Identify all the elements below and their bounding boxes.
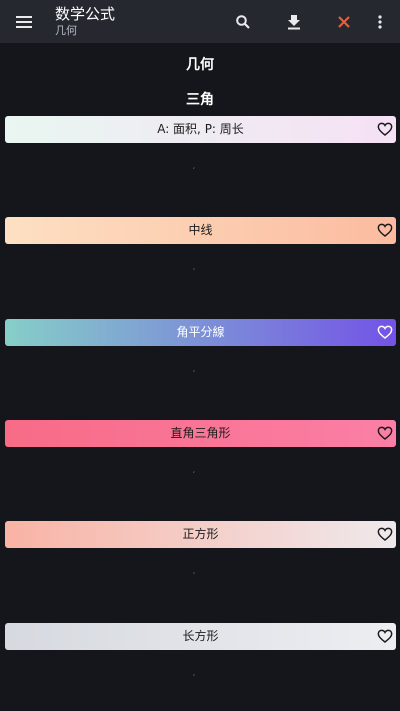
close-icon (338, 16, 350, 28)
formula-card[interactable]: 长方形 (5, 623, 396, 650)
formula-mark: ′ (193, 268, 196, 278)
heart-icon[interactable] (377, 324, 393, 340)
app-subtitle: 几何 (55, 24, 77, 37)
formula-mark: ′ (193, 370, 196, 380)
formula-card[interactable]: 中线 (5, 217, 396, 244)
section-title: 几何 (186, 57, 214, 73)
heart-icon[interactable] (377, 222, 393, 238)
search-button[interactable] (231, 10, 255, 34)
formula-mark: ′ (193, 674, 196, 684)
heart-icon[interactable] (377, 628, 393, 644)
formula-card[interactable]: A: 面积, P: 周长 (5, 116, 396, 143)
formula-card-label: 正方形 (182, 527, 219, 541)
formula-card[interactable]: 角平分線 (5, 319, 396, 346)
more-button[interactable] (368, 10, 392, 34)
download-icon (288, 15, 300, 30)
heart-icon[interactable] (377, 425, 393, 441)
formula-card[interactable]: 直角三角形 (5, 420, 396, 447)
download-button[interactable] (282, 10, 306, 34)
formula-card-label: A: 面积, P: 周长 (157, 122, 244, 136)
formula-mark: ′ (193, 167, 196, 177)
formula-card-label: 长方形 (182, 629, 219, 643)
formula-mark: ′ (193, 471, 196, 481)
heart-icon[interactable] (377, 121, 393, 137)
app-bar: 数学公式 几何 (0, 0, 400, 43)
search-icon (236, 15, 250, 29)
app-title: 数学公式 (55, 5, 116, 23)
formula-card[interactable]: 正方形 (5, 521, 396, 548)
formula-card-label: 角平分線 (176, 325, 225, 339)
formula-card-label: 直角三角形 (170, 426, 231, 440)
formula-card-label: 中线 (188, 223, 213, 237)
close-button[interactable] (332, 10, 356, 34)
menu-icon[interactable] (14, 13, 34, 31)
section-subtitle: 三角 (186, 92, 214, 108)
formula-mark: ′ (193, 572, 196, 582)
heart-icon[interactable] (377, 526, 393, 542)
title-block: 数学公式 几何 (55, 5, 115, 38)
more-vert-icon (378, 15, 382, 29)
